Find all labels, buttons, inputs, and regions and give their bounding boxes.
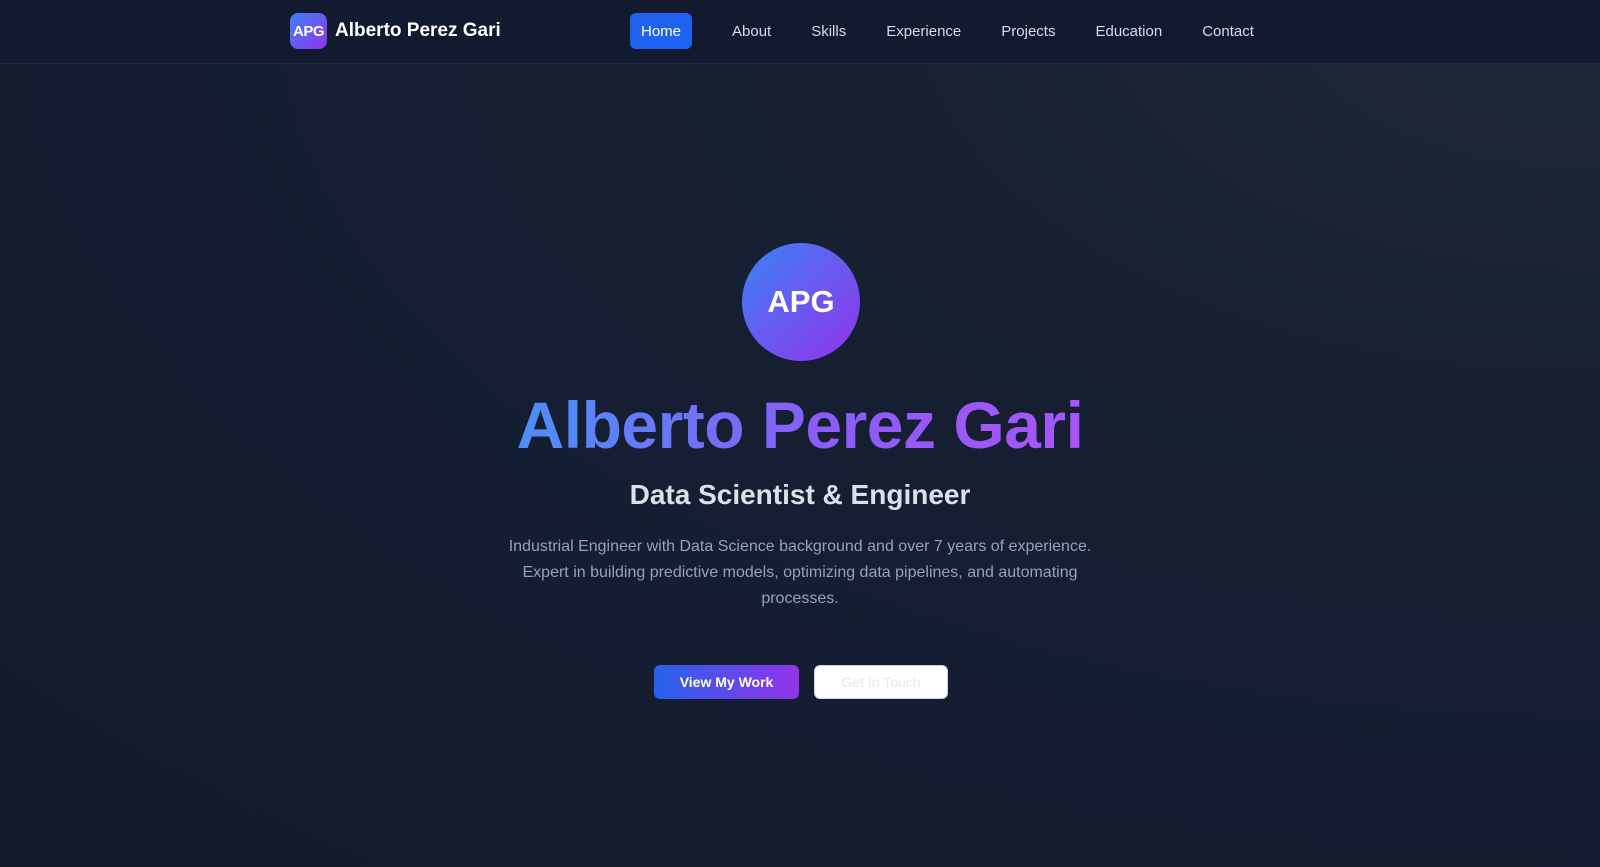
nav-item-contact[interactable]: Contact: [1191, 13, 1265, 49]
hero-section: APG Alberto Perez Gari Data Scientist & …: [0, 64, 1600, 867]
nav-item-skills[interactable]: Skills: [800, 13, 857, 49]
hero-title: Data Scientist & Engineer: [629, 479, 971, 510]
navbar: APG Alberto Perez Gari Home About Skills…: [0, 0, 1600, 64]
nav-item-home[interactable]: Home: [630, 13, 693, 49]
nav-item-projects[interactable]: Projects: [990, 13, 1066, 49]
brand-name: Alberto Perez Gari: [335, 20, 501, 41]
hero-name-text: Alberto Perez Gari: [516, 388, 1084, 462]
nav-item-about[interactable]: About: [721, 13, 782, 49]
view-my-work-button[interactable]: View My Work: [654, 665, 799, 699]
nav-item-experience[interactable]: Experience: [875, 13, 972, 49]
nav-links: Home About Skills Experience Projects Ed…: [630, 13, 1283, 49]
brand-logo: APG: [290, 13, 327, 49]
hero-description: Industrial Engineer with Data Science ba…: [508, 538, 1092, 607]
avatar: APG: [742, 243, 860, 361]
get-in-touch-button[interactable]: Get In Touch: [814, 665, 948, 699]
brand-home-link[interactable]: APG Alberto Perez Gari: [290, 13, 501, 49]
hero-name: Alberto Perez Gari: [0, 386, 1600, 464]
nav-item-education[interactable]: Education: [1084, 13, 1173, 49]
